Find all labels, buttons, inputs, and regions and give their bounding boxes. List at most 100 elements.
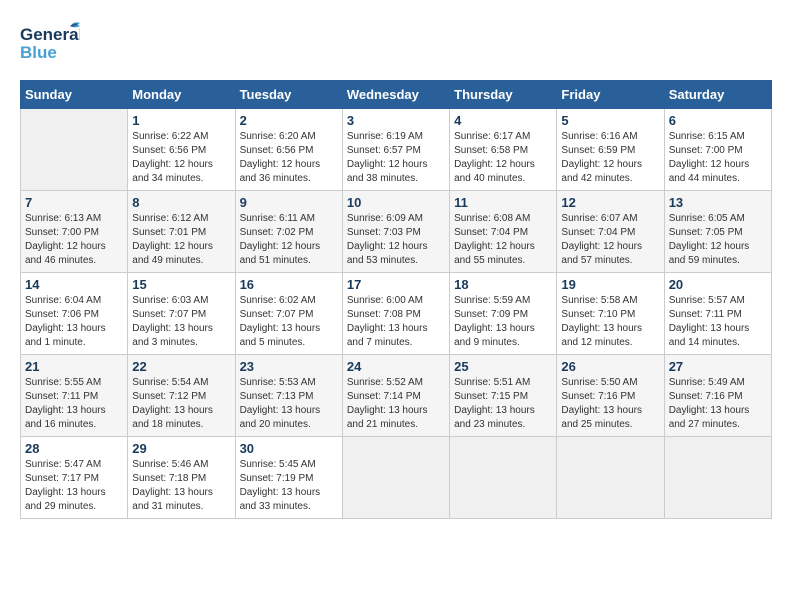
calendar-cell: 10 Sunrise: 6:09 AMSunset: 7:03 PMDayligh…	[342, 191, 449, 273]
day-number: 8	[132, 195, 230, 210]
day-number: 17	[347, 277, 445, 292]
day-info: Sunrise: 6:15 AMSunset: 7:00 PMDaylight:…	[669, 130, 767, 186]
day-number: 28	[25, 441, 123, 456]
calendar-cell: 9Sunrise: 6:11 AMSunset: 7:02 PMDaylight…	[235, 191, 342, 273]
calendar-cell: 12 Sunrise: 6:07 AMSunset: 7:04 PMDayligh…	[557, 191, 664, 273]
calendar-cell: 21 Sunrise: 5:55 AMSunset: 7:11 PMDayligh…	[21, 355, 128, 437]
day-info: Sunrise: 6:04 AMSunset: 7:06 PMDaylight:…	[25, 294, 123, 350]
calendar-cell	[21, 109, 128, 191]
calendar-cell: 14 Sunrise: 6:04 AMSunset: 7:06 PMDayligh…	[21, 273, 128, 355]
calendar-cell: 15 Sunrise: 6:03 AMSunset: 7:07 PMDayligh…	[128, 273, 235, 355]
svg-text:Blue: Blue	[20, 43, 57, 62]
day-info: Sunrise: 5:45 AMSunset: 7:19 PMDaylight:…	[240, 458, 338, 514]
day-number: 7	[25, 195, 123, 210]
day-info: Sunrise: 6:20 AMSunset: 6:56 PMDaylight:…	[240, 130, 338, 186]
weekday-header-friday: Friday	[557, 81, 664, 109]
day-number: 13	[669, 195, 767, 210]
day-number: 25	[454, 359, 552, 374]
day-info: Sunrise: 6:03 AMSunset: 7:07 PMDaylight:…	[132, 294, 230, 350]
calendar-cell: 28 Sunrise: 5:47 AMSunset: 7:17 PMDayligh…	[21, 437, 128, 519]
day-info: Sunrise: 5:46 AMSunset: 7:18 PMDaylight:…	[132, 458, 230, 514]
calendar-cell: 24 Sunrise: 5:52 AMSunset: 7:14 PMDayligh…	[342, 355, 449, 437]
day-info: Sunrise: 5:51 AMSunset: 7:15 PMDaylight:…	[454, 376, 552, 432]
day-info: Sunrise: 6:13 AMSunset: 7:00 PMDaylight:…	[25, 212, 123, 268]
calendar-cell: 2Sunrise: 6:20 AMSunset: 6:56 PMDaylight…	[235, 109, 342, 191]
calendar-cell: 18 Sunrise: 5:59 AMSunset: 7:09 PMDayligh…	[450, 273, 557, 355]
weekday-header-sunday: Sunday	[21, 81, 128, 109]
day-info: Sunrise: 6:02 AMSunset: 7:07 PMDaylight:…	[240, 294, 338, 350]
day-number: 3	[347, 113, 445, 128]
calendar-cell: 7 Sunrise: 6:13 AMSunset: 7:00 PMDaylight…	[21, 191, 128, 273]
day-info: Sunrise: 5:55 AMSunset: 7:11 PMDaylight:…	[25, 376, 123, 432]
calendar-cell: 29 Sunrise: 5:46 AMSunset: 7:18 PMDayligh…	[128, 437, 235, 519]
day-number: 11	[454, 195, 552, 210]
day-number: 16	[240, 277, 338, 292]
day-info: Sunrise: 5:49 AMSunset: 7:16 PMDaylight:…	[669, 376, 767, 432]
day-number: 30	[240, 441, 338, 456]
calendar-cell: 3 Sunrise: 6:19 AMSunset: 6:57 PMDaylight…	[342, 109, 449, 191]
calendar-cell: 4 Sunrise: 6:17 AMSunset: 6:58 PMDaylight…	[450, 109, 557, 191]
day-number: 29	[132, 441, 230, 456]
calendar-table: SundayMondayTuesdayWednesdayThursdayFrid…	[20, 80, 772, 519]
day-number: 4	[454, 113, 552, 128]
day-info: Sunrise: 6:17 AMSunset: 6:58 PMDaylight:…	[454, 130, 552, 186]
day-info: Sunrise: 6:12 AMSunset: 7:01 PMDaylight:…	[132, 212, 230, 268]
day-number: 21	[25, 359, 123, 374]
day-number: 22	[132, 359, 230, 374]
day-info: Sunrise: 5:59 AMSunset: 7:09 PMDaylight:…	[454, 294, 552, 350]
day-number: 5	[561, 113, 659, 128]
page-header: General Blue	[20, 20, 772, 70]
calendar-cell	[342, 437, 449, 519]
weekday-header-tuesday: Tuesday	[235, 81, 342, 109]
day-info: Sunrise: 6:00 AMSunset: 7:08 PMDaylight:…	[347, 294, 445, 350]
calendar-cell: 11 Sunrise: 6:08 AMSunset: 7:04 PMDayligh…	[450, 191, 557, 273]
calendar-cell: 20 Sunrise: 5:57 AMSunset: 7:11 PMDayligh…	[664, 273, 771, 355]
calendar-cell: 30 Sunrise: 5:45 AMSunset: 7:19 PMDayligh…	[235, 437, 342, 519]
svg-text:General: General	[20, 25, 80, 44]
day-info: Sunrise: 6:05 AMSunset: 7:05 PMDaylight:…	[669, 212, 767, 268]
day-number: 12	[561, 195, 659, 210]
calendar-cell: 26 Sunrise: 5:50 AMSunset: 7:16 PMDayligh…	[557, 355, 664, 437]
day-info: Sunrise: 5:57 AMSunset: 7:11 PMDaylight:…	[669, 294, 767, 350]
calendar-cell	[664, 437, 771, 519]
weekday-header-saturday: Saturday	[664, 81, 771, 109]
weekday-header-monday: Monday	[128, 81, 235, 109]
calendar-cell: 23Sunrise: 5:53 AMSunset: 7:13 PMDayligh…	[235, 355, 342, 437]
calendar-cell: 5 Sunrise: 6:16 AMSunset: 6:59 PMDaylight…	[557, 109, 664, 191]
day-number: 1	[132, 113, 230, 128]
day-number: 19	[561, 277, 659, 292]
day-info: Sunrise: 5:52 AMSunset: 7:14 PMDaylight:…	[347, 376, 445, 432]
day-number: 24	[347, 359, 445, 374]
day-number: 6	[669, 113, 767, 128]
day-info: Sunrise: 6:09 AMSunset: 7:03 PMDaylight:…	[347, 212, 445, 268]
weekday-header-thursday: Thursday	[450, 81, 557, 109]
day-number: 27	[669, 359, 767, 374]
calendar-cell	[450, 437, 557, 519]
calendar-cell: 17 Sunrise: 6:00 AMSunset: 7:08 PMDayligh…	[342, 273, 449, 355]
calendar-cell: 1 Sunrise: 6:22 AMSunset: 6:56 PMDaylight…	[128, 109, 235, 191]
calendar-cell: 13 Sunrise: 6:05 AMSunset: 7:05 PMDayligh…	[664, 191, 771, 273]
day-number: 15	[132, 277, 230, 292]
calendar-cell: 27 Sunrise: 5:49 AMSunset: 7:16 PMDayligh…	[664, 355, 771, 437]
logo: General Blue	[20, 20, 80, 70]
day-info: Sunrise: 5:50 AMSunset: 7:16 PMDaylight:…	[561, 376, 659, 432]
day-info: Sunrise: 6:16 AMSunset: 6:59 PMDaylight:…	[561, 130, 659, 186]
calendar-cell: 8 Sunrise: 6:12 AMSunset: 7:01 PMDaylight…	[128, 191, 235, 273]
calendar-cell: 6 Sunrise: 6:15 AMSunset: 7:00 PMDaylight…	[664, 109, 771, 191]
calendar-cell: 25 Sunrise: 5:51 AMSunset: 7:15 PMDayligh…	[450, 355, 557, 437]
day-number: 20	[669, 277, 767, 292]
day-number: 23	[240, 359, 338, 374]
calendar-cell: 16 Sunrise: 6:02 AMSunset: 7:07 PMDayligh…	[235, 273, 342, 355]
day-info: Sunrise: 5:47 AMSunset: 7:17 PMDaylight:…	[25, 458, 123, 514]
day-info: Sunrise: 5:58 AMSunset: 7:10 PMDaylight:…	[561, 294, 659, 350]
day-info: Sunrise: 6:22 AMSunset: 6:56 PMDaylight:…	[132, 130, 230, 186]
calendar-cell: 22Sunrise: 5:54 AMSunset: 7:12 PMDayligh…	[128, 355, 235, 437]
day-info: Sunrise: 6:08 AMSunset: 7:04 PMDaylight:…	[454, 212, 552, 268]
day-number: 26	[561, 359, 659, 374]
day-number: 18	[454, 277, 552, 292]
day-number: 10	[347, 195, 445, 210]
calendar-cell: 19 Sunrise: 5:58 AMSunset: 7:10 PMDayligh…	[557, 273, 664, 355]
day-number: 14	[25, 277, 123, 292]
day-info: Sunrise: 6:19 AMSunset: 6:57 PMDaylight:…	[347, 130, 445, 186]
day-info: Sunrise: 6:07 AMSunset: 7:04 PMDaylight:…	[561, 212, 659, 268]
